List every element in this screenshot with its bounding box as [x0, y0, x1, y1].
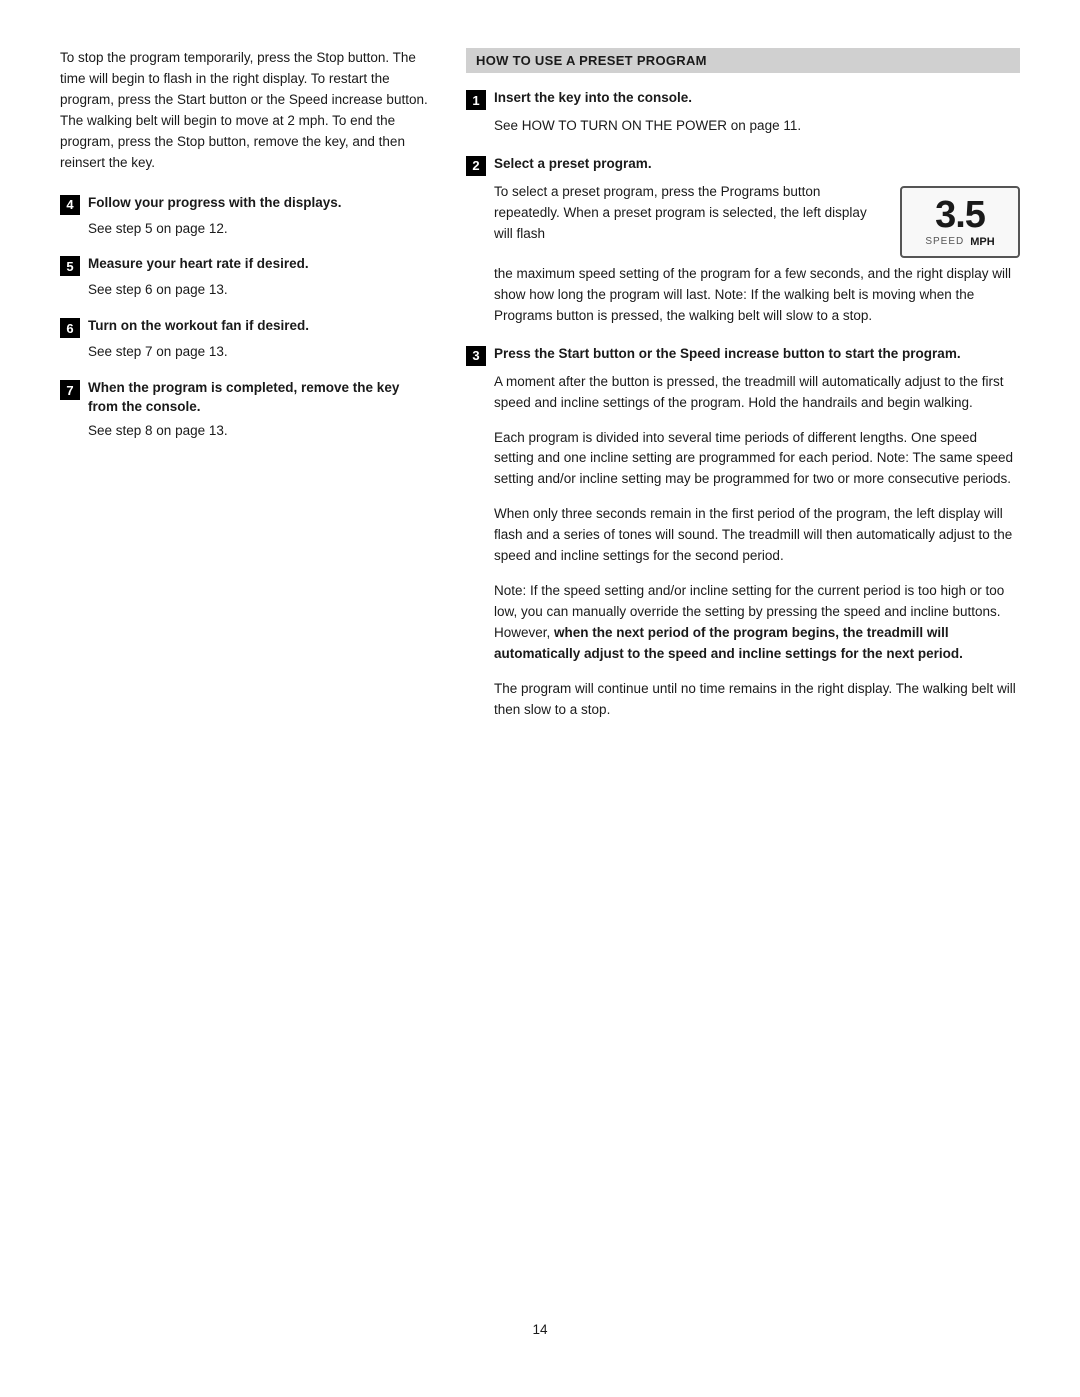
step-5-block: 5 Measure your heart rate if desired. Se…	[60, 255, 430, 301]
step-5-body: See step 6 on page 13.	[88, 280, 430, 301]
right-step-1-header: 1 Insert the key into the console.	[466, 89, 1020, 110]
right-step-1-block: 1 Insert the key into the console. See H…	[466, 89, 1020, 137]
step-3-para-4: The program will continue until no time …	[494, 679, 1020, 721]
speed-display-label-row: SPEED MPH	[925, 236, 994, 248]
step-6-title: Turn on the workout fan if desired.	[88, 317, 309, 336]
speed-label: SPEED	[925, 236, 964, 247]
step-4-title: Follow your progress with the displays.	[88, 194, 342, 213]
step-5-number: 5	[60, 256, 80, 276]
step-7-body: See step 8 on page 13.	[88, 421, 430, 442]
right-step-3-paragraphs: A moment after the button is pressed, th…	[494, 372, 1020, 721]
step-7-number: 7	[60, 380, 80, 400]
step-4-block: 4 Follow your progress with the displays…	[60, 194, 430, 240]
step-5-header: 5 Measure your heart rate if desired.	[60, 255, 430, 276]
step-4-header: 4 Follow your progress with the displays…	[60, 194, 430, 215]
right-step-3-number: 3	[466, 346, 486, 366]
right-column: HOW TO USE A PRESET PROGRAM 1 Insert the…	[466, 48, 1020, 1292]
step-6-body: See step 7 on page 13.	[88, 342, 430, 363]
step-2-body-before: To select a preset program, press the Pr…	[494, 182, 884, 245]
two-column-layout: To stop the program temporarily, press t…	[60, 48, 1020, 1292]
right-step-1-body: See HOW TO TURN ON THE POWER on page 11.	[494, 116, 1020, 137]
right-step-2-content: To select a preset program, press the Pr…	[494, 182, 1020, 258]
step-3-para-0: A moment after the button is pressed, th…	[494, 372, 1020, 414]
right-step-1-number: 1	[466, 90, 486, 110]
right-step-2-text: To select a preset program, press the Pr…	[494, 182, 884, 245]
step-4-body: See step 5 on page 12.	[88, 219, 430, 240]
page-number: 14	[60, 1322, 1020, 1337]
right-step-2-header: 2 Select a preset program.	[466, 155, 1020, 176]
speed-display-widget: 3.5 SPEED MPH	[900, 186, 1020, 258]
step-7-title: When the program is completed, remove th…	[88, 379, 430, 417]
intro-paragraph: To stop the program temporarily, press t…	[60, 48, 430, 174]
page: To stop the program temporarily, press t…	[0, 0, 1080, 1397]
step-6-block: 6 Turn on the workout fan if desired. Se…	[60, 317, 430, 363]
right-step-3-title: Press the Start button or the Speed incr…	[494, 345, 961, 364]
right-step-3-block: 3 Press the Start button or the Speed in…	[466, 345, 1020, 721]
section-title: HOW TO USE A PRESET PROGRAM	[466, 48, 1020, 73]
speed-display-number: 3.5	[935, 196, 985, 234]
step-3-para-3: Note: If the speed setting and/or inclin…	[494, 581, 1020, 665]
right-step-2-title: Select a preset program.	[494, 155, 652, 174]
left-column: To stop the program temporarily, press t…	[60, 48, 430, 1292]
step-2-body-after: the maximum speed setting of the program…	[494, 264, 1020, 327]
speed-unit: MPH	[970, 236, 994, 248]
right-step-3-header: 3 Press the Start button or the Speed in…	[466, 345, 1020, 366]
step-3-para-1: Each program is divided into several tim…	[494, 428, 1020, 491]
step-5-title: Measure your heart rate if desired.	[88, 255, 309, 274]
step-6-number: 6	[60, 318, 80, 338]
right-step-2-block: 2 Select a preset program. To select a p…	[466, 155, 1020, 327]
right-step-2-number: 2	[466, 156, 486, 176]
step-6-header: 6 Turn on the workout fan if desired.	[60, 317, 430, 338]
step-7-header: 7 When the program is completed, remove …	[60, 379, 430, 417]
step-3-para-2: When only three seconds remain in the fi…	[494, 504, 1020, 567]
step-4-number: 4	[60, 195, 80, 215]
right-step-1-title: Insert the key into the console.	[494, 89, 692, 108]
step-7-block: 7 When the program is completed, remove …	[60, 379, 430, 442]
